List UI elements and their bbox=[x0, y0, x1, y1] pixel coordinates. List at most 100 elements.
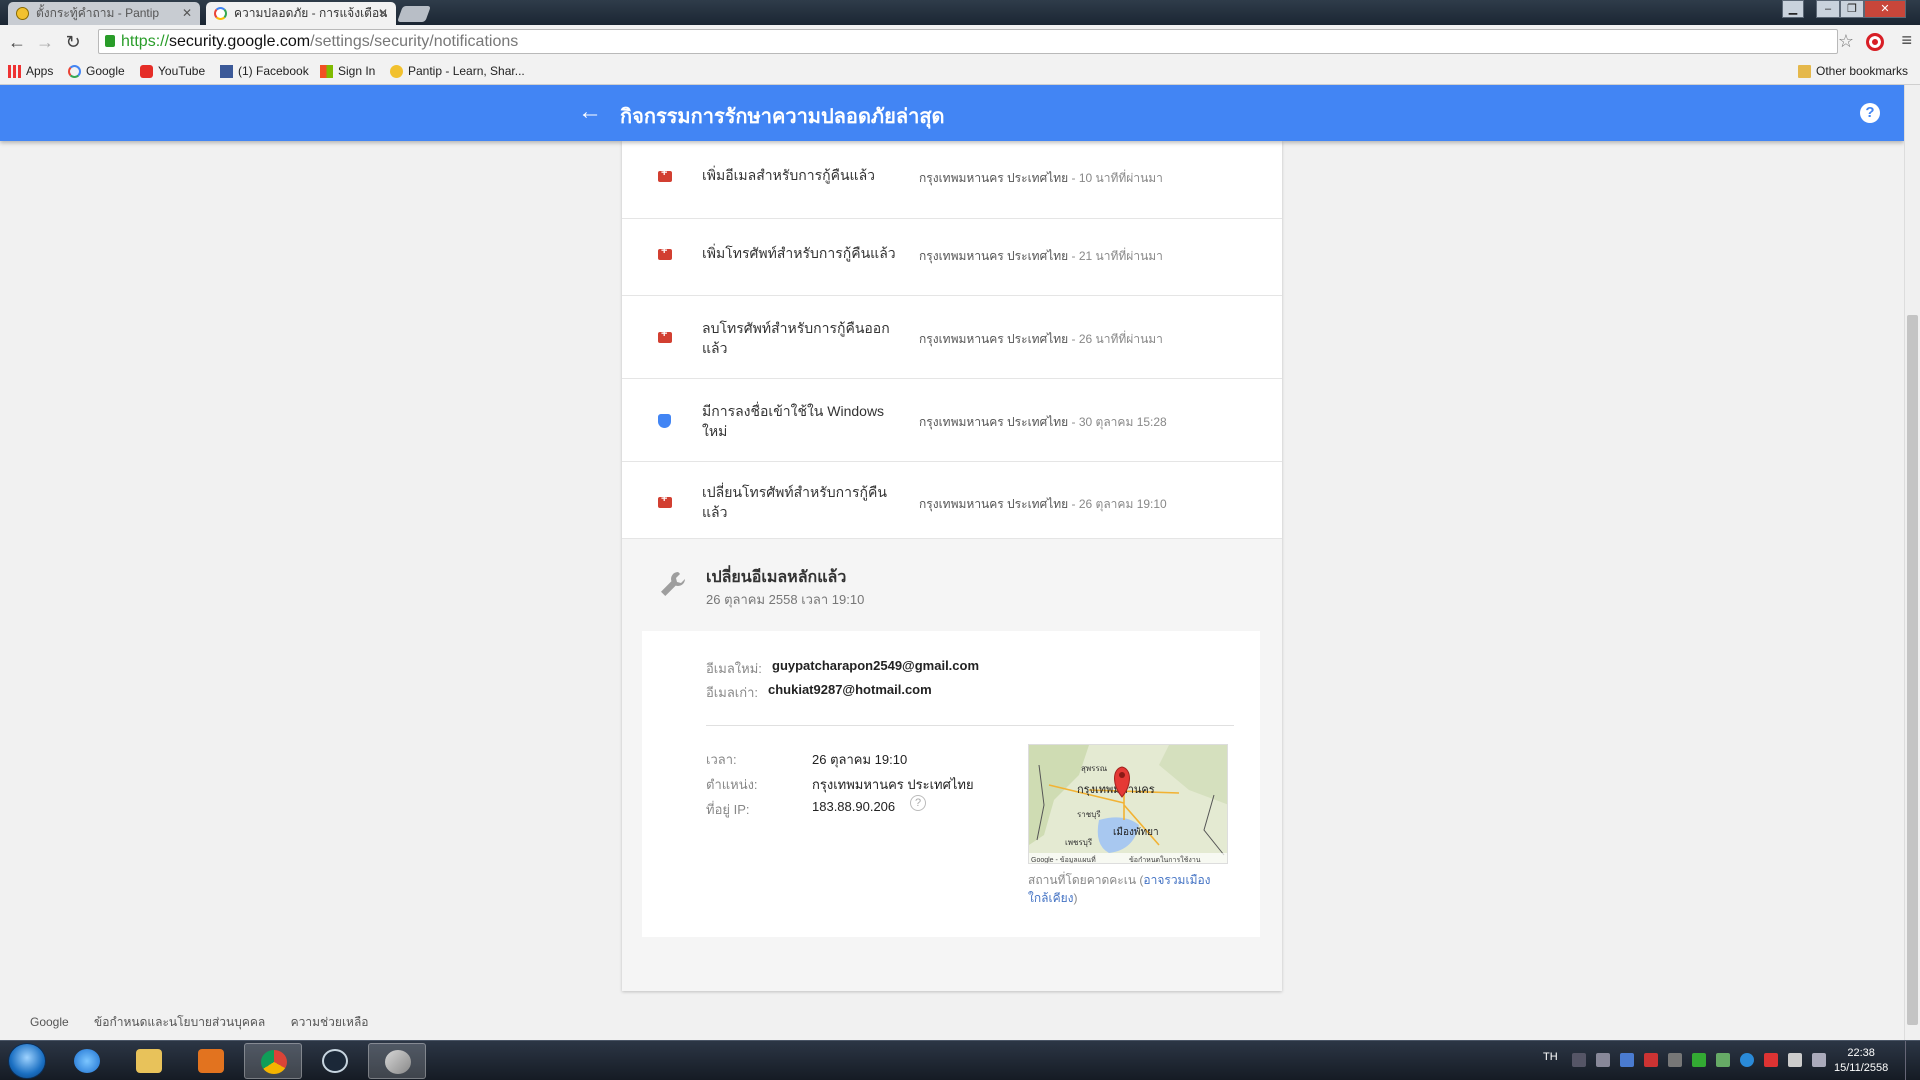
system-clock[interactable]: 22:38 15/11/2558 bbox=[1834, 1046, 1888, 1076]
event-title: มีการลงชื่อเข้าใช้ใน Windows ใหม่ bbox=[702, 403, 885, 439]
new-tab-button[interactable] bbox=[397, 6, 431, 22]
recovery-kit-icon bbox=[658, 493, 672, 508]
activity-card: เพิ่มอีเมลสำหรับการกู้คืนแล้ว กรุงเทพมหา… bbox=[622, 141, 1282, 991]
scroll-thumb[interactable] bbox=[1907, 315, 1918, 1025]
ip-value: 183.88.90.206 bbox=[812, 799, 896, 814]
nvidia-tray-icon[interactable] bbox=[1692, 1053, 1706, 1067]
taskbar-paint[interactable] bbox=[368, 1043, 426, 1079]
event-time: - 10 นาทีที่ผ่านมา bbox=[1068, 171, 1163, 185]
map-label-phetchaburi: เพชรบุรี bbox=[1065, 838, 1093, 847]
taskbar-explorer[interactable] bbox=[120, 1043, 178, 1079]
footer-google-link[interactable]: Google bbox=[30, 1015, 69, 1029]
new-email-value: guypatcharapon2549@gmail.com bbox=[772, 658, 980, 673]
expanded-event[interactable]: เปลี่ยนอีเมลหลักแล้ว 26 ตุลาคม 2558 เวลา… bbox=[622, 539, 1282, 991]
bookmark-other[interactable]: Other bookmarks bbox=[1798, 64, 1908, 78]
wrench-icon bbox=[661, 572, 685, 596]
address-bar[interactable]: https://security.google.com/settings/sec… bbox=[98, 29, 1838, 54]
clock-time: 22:38 bbox=[1847, 1047, 1875, 1059]
minimize-button[interactable]: – bbox=[1816, 0, 1840, 18]
url-path: /settings/security/notifications bbox=[310, 33, 519, 50]
facebook-icon bbox=[220, 65, 233, 78]
footer-help-link[interactable]: ความช่วยเหลือ bbox=[291, 1015, 369, 1029]
keyboard-tray-icon[interactable] bbox=[1620, 1053, 1634, 1067]
bookmark-signin[interactable]: Sign In bbox=[320, 64, 375, 78]
mail-tray-icon[interactable] bbox=[1596, 1053, 1610, 1067]
bookmark-label: Sign In bbox=[338, 64, 376, 78]
event-row[interactable]: เพิ่มโทรศัพท์สำหรับการกู้คืนแล้ว กรุงเทพ… bbox=[622, 219, 1282, 296]
event-row[interactable]: มีการลงชื่อเข้าใช้ใน Windows ใหม่ กรุงเท… bbox=[622, 379, 1282, 462]
location-map[interactable]: สุพรรณ กรุงเทพมหานคร ราชบุรี เพชรบุรี เม… bbox=[1028, 744, 1228, 864]
title-bar: ตั้งกระทู้คำถาม - Pantip ✕ ความปลอดภัย -… bbox=[0, 0, 1920, 25]
event-meta: กรุงเทพมหานคร ประเทศไทย - 21 นาทีที่ผ่าน… bbox=[919, 247, 1163, 266]
tab-security[interactable]: ความปลอดภัย - การแจ้งเตือน ✕ bbox=[206, 2, 396, 25]
map-note-suffix: ) bbox=[1073, 891, 1078, 905]
volume-tray-icon[interactable] bbox=[1764, 1053, 1778, 1067]
google-favicon-icon bbox=[214, 7, 227, 20]
microsoft-icon bbox=[320, 65, 333, 78]
start-button[interactable] bbox=[8, 1043, 46, 1079]
old-email-value: chukiat9287@hotmail.com bbox=[768, 682, 932, 697]
taskbar-steam[interactable] bbox=[306, 1043, 364, 1079]
tool-tray-icon[interactable] bbox=[1644, 1053, 1658, 1067]
taskbar-media-player[interactable] bbox=[182, 1043, 240, 1079]
event-meta: กรุงเทพมหานคร ประเทศไทย - 30 ตุลาคม 15:2… bbox=[919, 413, 1167, 432]
tab-pantip[interactable]: ตั้งกระทู้คำถาม - Pantip ✕ bbox=[8, 2, 200, 25]
event-meta: กรุงเทพมหานคร ประเทศไทย - 26 ตุลาคม 19:1… bbox=[919, 495, 1167, 514]
bookmarks-bar: Apps Google YouTube (1) Facebook Sign In… bbox=[0, 59, 1920, 85]
menu-icon[interactable]: ≡ bbox=[1901, 30, 1912, 51]
ip-help-icon[interactable]: ? bbox=[910, 795, 926, 811]
maximize-button[interactable]: ❐ bbox=[1840, 0, 1864, 18]
battery-tray-icon[interactable] bbox=[1716, 1053, 1730, 1067]
event-location: กรุงเทพมหานคร ประเทศไทย bbox=[919, 497, 1069, 511]
extension-icon[interactable] bbox=[1866, 33, 1884, 51]
map-terms: ข้อกำหนดในการใช้งาน bbox=[1129, 855, 1201, 864]
location-label: ตำแหน่ง: bbox=[706, 777, 758, 792]
help-icon[interactable]: ? bbox=[1860, 103, 1880, 123]
event-title: เพิ่มอีเมลสำหรับการกู้คืนแล้ว bbox=[702, 167, 876, 183]
bookmark-pantip[interactable]: Pantip - Learn, Shar... bbox=[390, 64, 525, 78]
taskbar-chrome[interactable] bbox=[244, 1043, 302, 1079]
flag-tray-icon[interactable] bbox=[1788, 1053, 1802, 1067]
expanded-event-title: เปลี่ยนอีเมลหลักแล้ว bbox=[706, 569, 847, 586]
bookmark-google[interactable]: Google bbox=[68, 64, 125, 78]
display-tray-icon[interactable] bbox=[1812, 1053, 1826, 1067]
page-scrollbar[interactable] bbox=[1904, 85, 1920, 1040]
bookmark-label: Google bbox=[86, 64, 125, 78]
event-row[interactable]: เพิ่มอีเมลสำหรับการกู้คืนแล้ว กรุงเทพมหา… bbox=[622, 141, 1282, 219]
back-icon[interactable]: ← bbox=[6, 31, 28, 53]
forward-icon[interactable]: → bbox=[34, 31, 56, 53]
recovery-kit-icon bbox=[658, 167, 672, 182]
media-player-icon bbox=[198, 1049, 224, 1073]
event-row[interactable]: ลบโทรศัพท์สำหรับการกู้คืนออกแล้ว กรุงเทพ… bbox=[622, 296, 1282, 379]
close-tab-icon[interactable]: ✕ bbox=[182, 2, 192, 24]
event-row[interactable]: เปลี่ยนโทรศัพท์สำหรับการกู้คืนแล้ว กรุงเ… bbox=[622, 462, 1282, 539]
bookmark-facebook[interactable]: (1) Facebook bbox=[220, 64, 309, 78]
steam-tray-icon[interactable] bbox=[1572, 1053, 1586, 1067]
map-label-ratchaburi: ราชบุรี bbox=[1077, 810, 1101, 819]
paint-icon bbox=[385, 1050, 411, 1074]
reload-icon[interactable]: ↻ bbox=[62, 31, 84, 53]
lock-icon bbox=[105, 35, 115, 47]
bookmark-youtube[interactable]: YouTube bbox=[140, 64, 205, 78]
pantip-icon bbox=[390, 65, 403, 78]
network-tray-icon[interactable] bbox=[1668, 1053, 1682, 1067]
show-desktop-button[interactable] bbox=[1905, 1041, 1920, 1080]
profile-button[interactable]: ▁ bbox=[1782, 0, 1804, 18]
bookmark-apps[interactable]: Apps bbox=[8, 64, 53, 78]
map-graphic: สุพรรณ กรุงเทพมหานคร ราชบุรี เพชรบุรี เม… bbox=[1029, 745, 1227, 864]
event-time: - 21 นาทีที่ผ่านมา bbox=[1068, 249, 1163, 263]
close-tab-icon[interactable]: ✕ bbox=[378, 2, 388, 24]
bookmark-star-icon[interactable]: ☆ bbox=[1838, 31, 1854, 52]
url-scheme: https:// bbox=[121, 33, 170, 50]
folder-icon bbox=[136, 1049, 162, 1073]
url-host: security.google.com bbox=[169, 33, 311, 50]
window-close-button[interactable]: ✕ bbox=[1864, 0, 1906, 18]
back-arrow-icon[interactable]: ← bbox=[578, 98, 602, 126]
event-title: ลบโทรศัพท์สำหรับการกู้คืนออกแล้ว bbox=[702, 320, 890, 356]
location-value: กรุงเทพมหานคร ประเทศไทย bbox=[812, 777, 974, 792]
taskbar-ie[interactable] bbox=[58, 1043, 116, 1079]
footer-privacy-link[interactable]: ข้อกำหนดและนโยบายส่วนบุคคล bbox=[94, 1015, 265, 1029]
language-indicator[interactable]: TH bbox=[1543, 1051, 1558, 1063]
chrome-icon bbox=[261, 1050, 287, 1074]
update-tray-icon[interactable] bbox=[1740, 1053, 1754, 1067]
